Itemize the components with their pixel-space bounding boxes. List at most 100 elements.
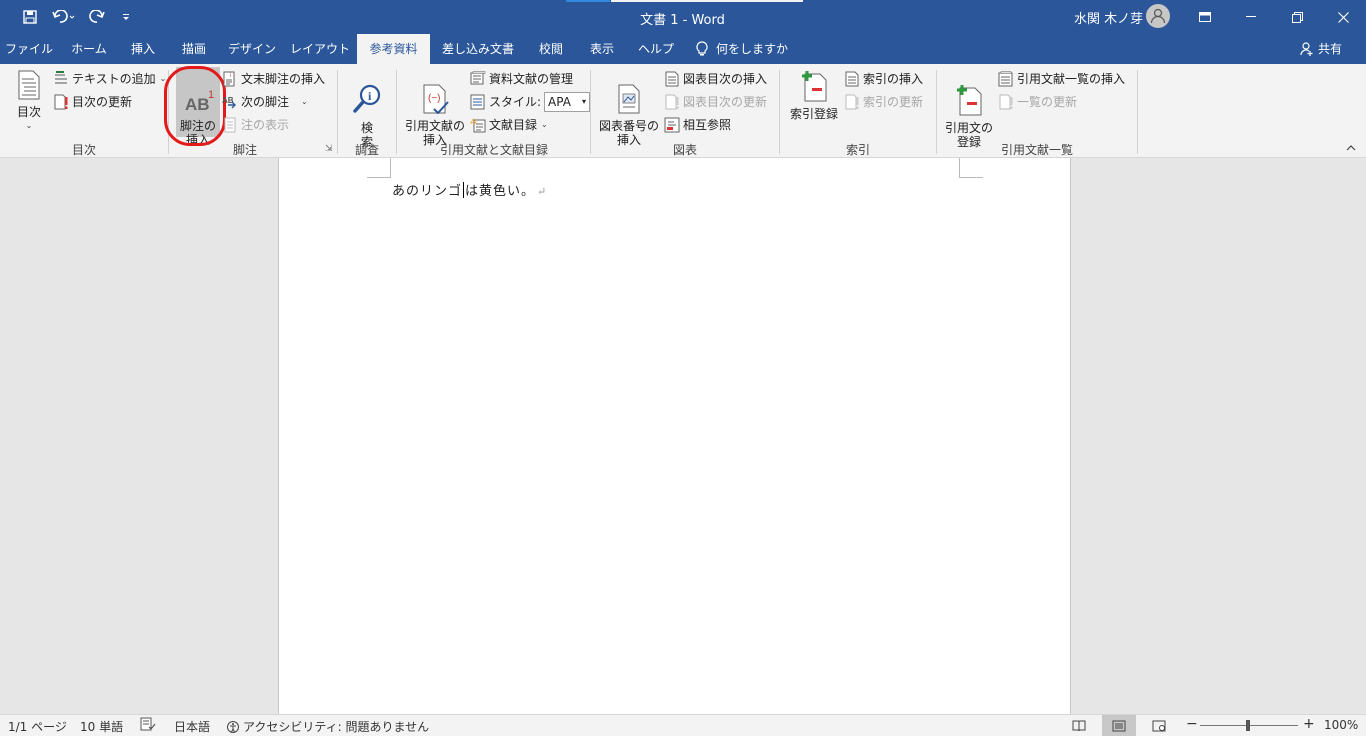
- tab-design[interactable]: デザイン: [222, 34, 282, 64]
- print-layout-icon[interactable]: [1102, 715, 1136, 736]
- window-title: 文書 1 - Word: [640, 13, 725, 28]
- tab-home[interactable]: ホーム: [62, 34, 116, 64]
- zoom-slider-thumb[interactable]: [1246, 720, 1250, 731]
- insert-table-of-authorities-icon: [998, 71, 1014, 87]
- dialog-launcher-icon[interactable]: ⇲: [325, 144, 333, 154]
- document-paragraph[interactable]: あのリンゴ は黄色い。 ↵: [392, 180, 547, 199]
- share-button[interactable]: 共有: [1300, 34, 1342, 64]
- manage-sources-button[interactable]: 資料文献の管理: [470, 69, 573, 89]
- show-notes-label: 注の表示: [241, 118, 290, 132]
- update-toc-button[interactable]: 目次の更新: [53, 92, 132, 112]
- accessibility-status[interactable]: アクセシビリティ: 問題ありません: [226, 718, 429, 735]
- insert-index-button[interactable]: 索引の挿入: [844, 69, 923, 89]
- word-count[interactable]: 10 単語: [80, 718, 123, 735]
- user-name[interactable]: 水関 木ノ芽: [1074, 8, 1143, 27]
- svg-text:(−): (−): [428, 93, 441, 104]
- insert-index-label: 索引の挿入: [863, 72, 924, 86]
- page-count[interactable]: 1/1 ページ: [8, 718, 67, 735]
- chevron-down-icon: ⌄: [301, 97, 308, 106]
- minimize-icon[interactable]: [1228, 0, 1274, 34]
- add-text-button[interactable]: テキストの追加 ⌄: [53, 69, 166, 89]
- mark-entry-button[interactable]: 索引登録: [786, 70, 842, 121]
- update-index-button[interactable]: 索引の更新: [844, 92, 923, 112]
- restore-icon[interactable]: [1274, 0, 1320, 34]
- cross-reference-button[interactable]: 相互参照: [664, 115, 731, 135]
- title-accent: [566, 0, 610, 2]
- language[interactable]: 日本語: [174, 718, 210, 735]
- undo-icon[interactable]: [48, 7, 80, 27]
- tell-me-label: 何をしますか: [716, 42, 789, 56]
- insert-index-icon: [844, 71, 860, 87]
- tab-draw[interactable]: 描画: [170, 34, 218, 64]
- close-icon[interactable]: [1320, 0, 1366, 34]
- style-icon: [470, 94, 486, 110]
- insert-table-of-authorities-label: 引用文献一覧の挿入: [1017, 72, 1126, 86]
- crop-mark: [959, 158, 983, 178]
- update-table-icon: [998, 94, 1014, 110]
- show-notes-icon: [222, 117, 238, 133]
- customize-icon[interactable]: [118, 7, 134, 27]
- next-footnote-button[interactable]: AB 次の脚注 ⌄: [222, 92, 308, 112]
- tab-view[interactable]: 表示: [580, 34, 624, 64]
- insert-endnote-button[interactable]: i 文末脚注の挿入: [222, 69, 325, 89]
- text-cursor: [463, 182, 465, 198]
- update-table-of-authorities-button[interactable]: 一覧の更新: [998, 92, 1077, 112]
- save-icon[interactable]: [20, 7, 40, 27]
- ribbon-display-options-icon[interactable]: [1182, 0, 1228, 34]
- insert-table-of-figures-button[interactable]: 図表目次の挿入: [664, 69, 767, 89]
- redo-icon[interactable]: [86, 7, 108, 27]
- toc-button[interactable]: 目次 ⌄: [10, 70, 48, 133]
- next-footnote-icon: AB: [222, 94, 238, 110]
- tab-review[interactable]: 校閲: [526, 34, 576, 64]
- group-label-citations: 引用文献と文献目録: [439, 143, 548, 157]
- tab-insert[interactable]: 挿入: [120, 34, 166, 64]
- tab-references[interactable]: 参考資料: [357, 34, 430, 64]
- insert-caption-icon: [618, 84, 640, 114]
- insert-table-of-figures-label: 図表目次の挿入: [683, 72, 768, 86]
- avatar[interactable]: [1146, 4, 1170, 28]
- document-area: あのリンゴ は黄色い。 ↵: [0, 158, 1366, 714]
- bibliography-icon: ⁂: [470, 117, 486, 133]
- proofing-icon[interactable]: [140, 717, 156, 734]
- zoom-level[interactable]: 100%: [1324, 718, 1358, 732]
- group-separator: [590, 70, 591, 154]
- chevron-down-icon: ⌄: [541, 120, 548, 129]
- group-separator: [936, 70, 937, 154]
- accessibility-icon: [227, 720, 239, 733]
- update-table-of-figures-label: 図表目次の更新: [683, 95, 768, 109]
- zoom-in-button[interactable]: +: [1303, 716, 1315, 732]
- collapse-ribbon-icon[interactable]: [1346, 143, 1356, 154]
- read-mode-icon[interactable]: [1062, 715, 1096, 736]
- toc-label: 目次: [16, 105, 41, 119]
- ribbon-references: 目次 ⌄ テキストの追加 ⌄ 目次の更新 目次 AB 1 脚注の 挿入 i 文末脚注…: [0, 64, 1366, 158]
- endnote-icon: i: [222, 71, 238, 87]
- tell-me-search[interactable]: 何をしますか: [696, 34, 796, 64]
- style-combo[interactable]: APA ▾: [544, 92, 591, 112]
- tab-help[interactable]: ヘルプ: [630, 34, 682, 64]
- svg-text:AB: AB: [222, 96, 234, 105]
- tab-file[interactable]: ファイル: [0, 34, 58, 64]
- tab-mailings[interactable]: 差し込み文書: [436, 34, 520, 64]
- document-page[interactable]: あのリンゴ は黄色い。 ↵: [278, 158, 1071, 714]
- update-table-of-figures-button[interactable]: 図表目次の更新: [664, 92, 767, 112]
- group-label-captions: 図表: [672, 143, 697, 157]
- text-before-cursor: あのリンゴ: [392, 184, 463, 199]
- add-text-label: テキストの追加: [72, 72, 156, 86]
- status-bar: 1/1 ページ 10 単語 日本語 アクセシビリティ: 問題ありません − + …: [0, 714, 1366, 736]
- accessibility-label: アクセシビリティ: 問題ありません: [243, 720, 430, 734]
- cross-reference-label: 相互参照: [683, 118, 732, 132]
- tab-layout[interactable]: レイアウト: [286, 34, 354, 64]
- style-label: スタイル:: [489, 95, 542, 109]
- web-layout-icon[interactable]: [1142, 715, 1176, 736]
- crop-mark: [367, 158, 391, 178]
- citation-style-select[interactable]: スタイル: APA ▾: [470, 92, 591, 112]
- show-notes-button[interactable]: 注の表示: [222, 115, 289, 135]
- style-value: APA: [548, 95, 571, 109]
- cross-reference-icon: [664, 117, 680, 133]
- bibliography-button[interactable]: ⁂ 文献目録 ⌄: [470, 115, 548, 135]
- bibliography-label: 文献目録: [489, 118, 538, 132]
- zoom-out-button[interactable]: −: [1186, 716, 1198, 732]
- table-of-contents-icon: [18, 70, 40, 100]
- svg-text:i: i: [230, 73, 231, 79]
- insert-table-of-authorities-button[interactable]: 引用文献一覧の挿入: [998, 69, 1125, 89]
